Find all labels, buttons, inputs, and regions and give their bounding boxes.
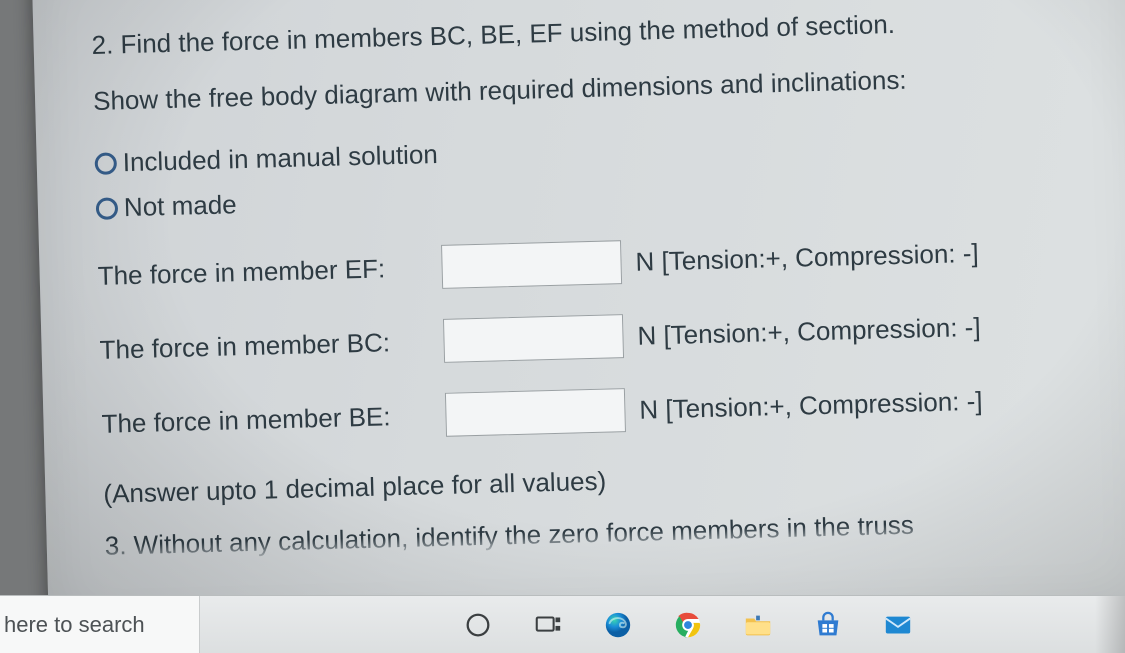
force-ef-row: The force in member EF: N [Tension:+, Co…	[97, 228, 1090, 298]
radio-label: Included in manual solution	[122, 139, 438, 178]
radio-icon	[96, 197, 119, 220]
force-bc-suffix: N [Tension:+, Compression: -]	[637, 312, 981, 352]
force-be-input[interactable]	[445, 388, 626, 437]
answer-precision-hint: (Answer upto 1 decimal place for all val…	[103, 450, 1096, 514]
chrome-icon[interactable]	[670, 607, 706, 643]
force-ef-suffix: N [Tension:+, Compression: -]	[635, 238, 979, 278]
edge-icon[interactable]	[600, 607, 636, 643]
taskbar-icons	[460, 607, 916, 643]
question-subtitle: Show the free body diagram with required…	[93, 57, 1086, 121]
force-ef-input[interactable]	[441, 241, 622, 290]
radio-not-made[interactable]: Not made	[96, 167, 1088, 224]
force-be-suffix: N [Tension:+, Compression: -]	[639, 386, 983, 426]
next-question-partial: 3. Without any calculation, identify the…	[104, 502, 1097, 566]
force-bc-row: The force in member BC: N [Tension:+, Co…	[99, 302, 1092, 372]
force-bc-label: The force in member BC:	[99, 326, 430, 366]
force-be-row: The force in member BE: N [Tension:+, Co…	[101, 376, 1094, 446]
store-icon[interactable]	[810, 607, 846, 643]
mail-icon[interactable]	[880, 607, 916, 643]
force-bc-input[interactable]	[443, 315, 624, 364]
question-title: 2. Find the force in members BC, BE, EF …	[91, 1, 1084, 65]
taskbar-edge-fade	[1095, 596, 1125, 653]
cortana-circle-icon[interactable]	[460, 607, 496, 643]
quiz-page: 2. Find the force in members BC, BE, EF …	[31, 0, 1125, 634]
radio-label: Not made	[124, 190, 238, 224]
taskbar-search[interactable]: here to search	[0, 596, 200, 653]
task-view-icon[interactable]	[530, 607, 566, 643]
file-explorer-icon[interactable]	[740, 607, 776, 643]
taskbar-search-text: here to search	[4, 612, 145, 638]
radio-icon	[95, 152, 118, 175]
windows-taskbar: here to search	[0, 595, 1125, 653]
force-be-label: The force in member BE:	[101, 400, 432, 440]
force-ef-label: The force in member EF:	[97, 252, 428, 292]
